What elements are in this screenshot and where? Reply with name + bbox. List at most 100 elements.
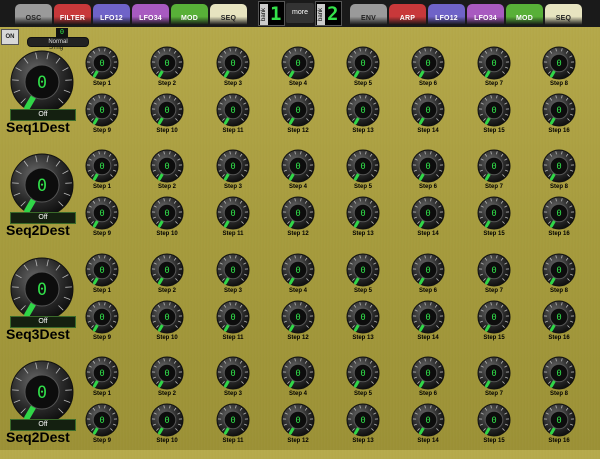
step-knob[interactable]: 0 — [411, 196, 445, 230]
step-knob[interactable]: 0 — [216, 46, 250, 80]
step-knob[interactable]: 0 — [411, 300, 445, 334]
step-knob[interactable]: 0 — [85, 46, 119, 80]
step-6-control: 0Step 6 — [398, 149, 458, 197]
step-knob[interactable]: 0 — [216, 403, 250, 437]
tab-right-env[interactable]: ENV — [350, 4, 387, 25]
step-knob[interactable]: 0 — [281, 403, 315, 437]
step-knob[interactable]: 0 — [85, 253, 119, 287]
knob-value-readout: 0 — [556, 209, 561, 219]
tab-right-arp[interactable]: ARP — [389, 4, 426, 25]
step-12-control: 0Step 12 — [268, 300, 328, 348]
tab-right-seq[interactable]: SEQ — [545, 4, 582, 25]
knob-value-readout: 0 — [556, 106, 561, 116]
step-15-control: 0Step 15 — [464, 93, 524, 141]
tab-left-lfo12[interactable]: LFO12 — [93, 4, 130, 25]
step-knob[interactable]: 0 — [281, 93, 315, 127]
step-knob[interactable]: 0 — [542, 93, 576, 127]
step-knob[interactable]: 0 — [85, 356, 119, 390]
step-knob[interactable]: 0 — [542, 356, 576, 390]
step-label: Step 5 — [333, 81, 393, 87]
step-knob[interactable]: 0 — [411, 356, 445, 390]
step-knob[interactable]: 0 — [281, 356, 315, 390]
step-knob[interactable]: 0 — [150, 356, 184, 390]
tab-left-filter[interactable]: FILTER — [54, 4, 91, 25]
tab-left-osc[interactable]: OSC — [15, 4, 52, 25]
knob-value-readout: 0 — [491, 313, 496, 323]
seq-dest-knob[interactable]: 0 — [10, 257, 74, 321]
step-knob[interactable]: 0 — [150, 300, 184, 334]
step-knob[interactable]: 0 — [411, 149, 445, 183]
step-knob[interactable]: 0 — [477, 196, 511, 230]
step-knob[interactable]: 0 — [477, 403, 511, 437]
tab-right-lfo34[interactable]: LFO34 — [467, 4, 504, 25]
step-knob[interactable]: 0 — [346, 196, 380, 230]
seq-dest-knob[interactable]: 0 — [10, 50, 74, 114]
tab-left-seq[interactable]: SEQ — [210, 4, 247, 25]
step-knob[interactable]: 0 — [411, 46, 445, 80]
tab-right-lfo12[interactable]: LFO12 — [428, 4, 465, 25]
step-knob[interactable]: 0 — [281, 46, 315, 80]
step-knob[interactable]: 0 — [477, 253, 511, 287]
step-knob[interactable]: 0 — [150, 253, 184, 287]
step-knob[interactable]: 0 — [477, 93, 511, 127]
step-knob[interactable]: 0 — [542, 300, 576, 334]
step-knob[interactable]: 0 — [542, 403, 576, 437]
step-label: Step 7 — [464, 184, 524, 190]
step-knob[interactable]: 0 — [346, 149, 380, 183]
step-knob[interactable]: 0 — [281, 300, 315, 334]
step-knob[interactable]: 0 — [216, 356, 250, 390]
step-label: Step 5 — [333, 391, 393, 397]
step-knob[interactable]: 0 — [85, 93, 119, 127]
step-knob[interactable]: 0 — [150, 403, 184, 437]
step-knob[interactable]: 0 — [542, 149, 576, 183]
step-label: Step 12 — [268, 128, 328, 134]
step-knob[interactable]: 0 — [85, 300, 119, 334]
more-button[interactable]: more — [286, 3, 314, 23]
bank-1-selector[interactable]: bank 1 — [258, 1, 285, 26]
step-knob[interactable]: 0 — [216, 93, 250, 127]
step-knob[interactable]: 0 — [411, 253, 445, 287]
seq-dest-knob[interactable]: 0 — [10, 360, 74, 424]
step-knob[interactable]: 0 — [346, 46, 380, 80]
tab-left-lfo34[interactable]: LFO34 — [132, 4, 169, 25]
tab-left-mod[interactable]: MOD — [171, 4, 208, 25]
step-knob[interactable]: 0 — [542, 196, 576, 230]
seq-dest-knob[interactable]: 0 — [10, 153, 74, 217]
step-knob[interactable]: 0 — [216, 196, 250, 230]
step-knob[interactable]: 0 — [85, 196, 119, 230]
knob-value-readout: 0 — [164, 59, 169, 69]
seq-on-toggle[interactable]: ON — [1, 29, 19, 45]
step-knob[interactable]: 0 — [346, 93, 380, 127]
step-knob[interactable]: 0 — [150, 149, 184, 183]
step-knob[interactable]: 0 — [150, 93, 184, 127]
step-knob[interactable]: 0 — [411, 93, 445, 127]
bank-2-selector[interactable]: bank 2 — [315, 1, 342, 26]
knob-value-readout: 0 — [230, 266, 235, 276]
step-knob[interactable]: 0 — [216, 253, 250, 287]
tab-right-mod[interactable]: MOD — [506, 4, 543, 25]
step-knob[interactable]: 0 — [281, 196, 315, 230]
step-knob[interactable]: 0 — [346, 253, 380, 287]
knob-value-readout: 0 — [295, 106, 300, 116]
step-knob[interactable]: 0 — [150, 196, 184, 230]
knob-value-readout: 0 — [491, 106, 496, 116]
step-knob[interactable]: 0 — [477, 149, 511, 183]
step-knob[interactable]: 0 — [346, 356, 380, 390]
step-knob[interactable]: 0 — [85, 149, 119, 183]
step-label: Step 15 — [464, 335, 524, 341]
step-knob[interactable]: 0 — [542, 253, 576, 287]
step-knob[interactable]: 0 — [85, 403, 119, 437]
step-knob[interactable]: 0 — [281, 149, 315, 183]
step-knob[interactable]: 0 — [477, 300, 511, 334]
step-knob[interactable]: 0 — [542, 46, 576, 80]
step-knob[interactable]: 0 — [216, 300, 250, 334]
step-knob[interactable]: 0 — [346, 403, 380, 437]
step-knob[interactable]: 0 — [216, 149, 250, 183]
step-knob[interactable]: 0 — [150, 46, 184, 80]
step-knob[interactable]: 0 — [411, 403, 445, 437]
step-knob[interactable]: 0 — [477, 356, 511, 390]
step-knob[interactable]: 0 — [477, 46, 511, 80]
step-knob[interactable]: 0 — [346, 300, 380, 334]
step-label: Step 14 — [398, 335, 458, 341]
step-knob[interactable]: 0 — [281, 253, 315, 287]
